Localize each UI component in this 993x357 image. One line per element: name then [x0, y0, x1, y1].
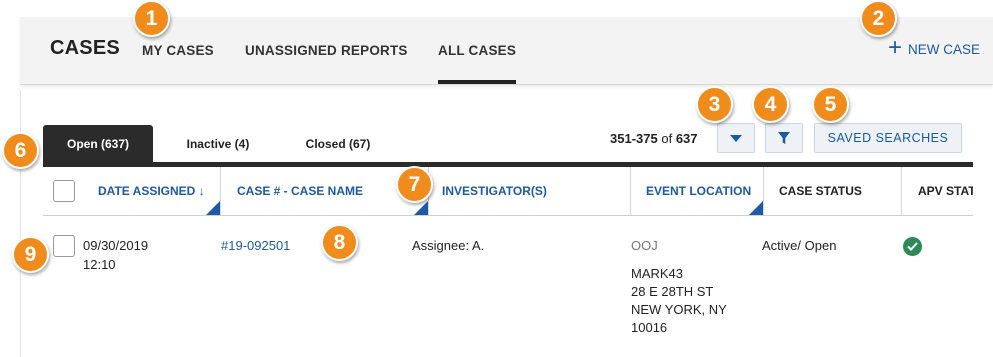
callout-badge-3: 3	[696, 86, 733, 123]
callout-badge-6: 6	[2, 132, 39, 169]
caret-down-icon	[730, 134, 742, 142]
tab-open[interactable]: Open (637)	[43, 125, 153, 163]
column-case-status-label: CASE STATUS	[779, 184, 862, 198]
row-location-line: 10016	[631, 320, 668, 335]
column-investigators-label: INVESTIGATOR(S)	[442, 184, 547, 198]
callout-badge-1: 1	[133, 0, 170, 37]
new-case-button[interactable]: + NEW CASE	[887, 34, 980, 61]
nav-unassigned-reports[interactable]: UNASSIGNED REPORTS	[245, 43, 408, 58]
row-location-code: OOJ	[631, 238, 658, 253]
row-date: 09/30/2019	[83, 238, 149, 253]
column-menu-corner-icon[interactable]	[206, 201, 220, 215]
callout-badge-4: 4	[752, 86, 789, 123]
column-menu-corner-icon[interactable]	[749, 201, 763, 215]
pagination-range: 351-375	[610, 131, 658, 146]
row-case-status: Active/ Open	[762, 238, 837, 253]
column-apv-status[interactable]: APV STAT	[902, 167, 973, 215]
row-location-line: 28 E 28TH ST	[631, 284, 714, 299]
approved-check-icon	[903, 237, 922, 256]
nav-my-cases[interactable]: MY CASES	[142, 43, 214, 58]
filter-icon	[778, 132, 790, 144]
callout-badge-5: 5	[812, 86, 849, 123]
row-case-link[interactable]: #19-092501	[221, 237, 290, 255]
nav-all-cases[interactable]: ALL CASES	[438, 43, 517, 84]
callout-badge-8: 8	[321, 224, 358, 261]
column-case-status[interactable]: CASE STATUS	[764, 167, 902, 215]
column-date-assigned-label: DATE ASSIGNED ↓	[98, 184, 205, 198]
column-event-location-label: EVENT LOCATION	[646, 184, 752, 198]
column-apv-status-label: APV STAT	[918, 184, 973, 198]
column-menu-corner-icon[interactable]	[414, 201, 428, 215]
pagination-total: 637	[675, 131, 698, 146]
callout-badge-2: 2	[860, 0, 897, 37]
filter-button[interactable]	[765, 123, 803, 153]
callout-badge-9: 9	[12, 236, 49, 273]
saved-searches-button[interactable]: SAVED SEARCHES	[814, 123, 962, 153]
page-dropdown-button[interactable]	[717, 123, 755, 153]
row-checkbox[interactable]	[53, 235, 75, 257]
pagination-of: of	[661, 131, 673, 146]
saved-searches-label: SAVED SEARCHES	[827, 131, 949, 145]
table-header: DATE ASSIGNED ↓ CASE # - CASE NAME INVES…	[43, 167, 973, 216]
column-investigators[interactable]: INVESTIGATOR(S)	[429, 167, 631, 215]
column-event-location[interactable]: EVENT LOCATION	[631, 167, 764, 215]
column-date-assigned[interactable]: DATE ASSIGNED ↓	[43, 167, 221, 215]
left-gutter-line	[20, 90, 21, 357]
column-case-name-label: CASE # - CASE NAME	[237, 184, 364, 198]
tab-inactive[interactable]: Inactive (4)	[163, 125, 273, 163]
row-location-line: NEW YORK, NY	[631, 302, 727, 317]
row-investigator: Assignee: A.	[412, 238, 485, 253]
tab-closed[interactable]: Closed (67)	[283, 125, 393, 163]
row-location-line: MARK43	[631, 266, 684, 281]
page-title: CASES	[50, 37, 120, 59]
pagination-info: 351-375 of 637	[610, 131, 698, 146]
callout-badge-7: 7	[396, 166, 433, 203]
new-case-label: NEW CASE	[907, 42, 980, 57]
plus-icon: +	[887, 34, 902, 61]
row-time: 12:10	[83, 257, 116, 272]
